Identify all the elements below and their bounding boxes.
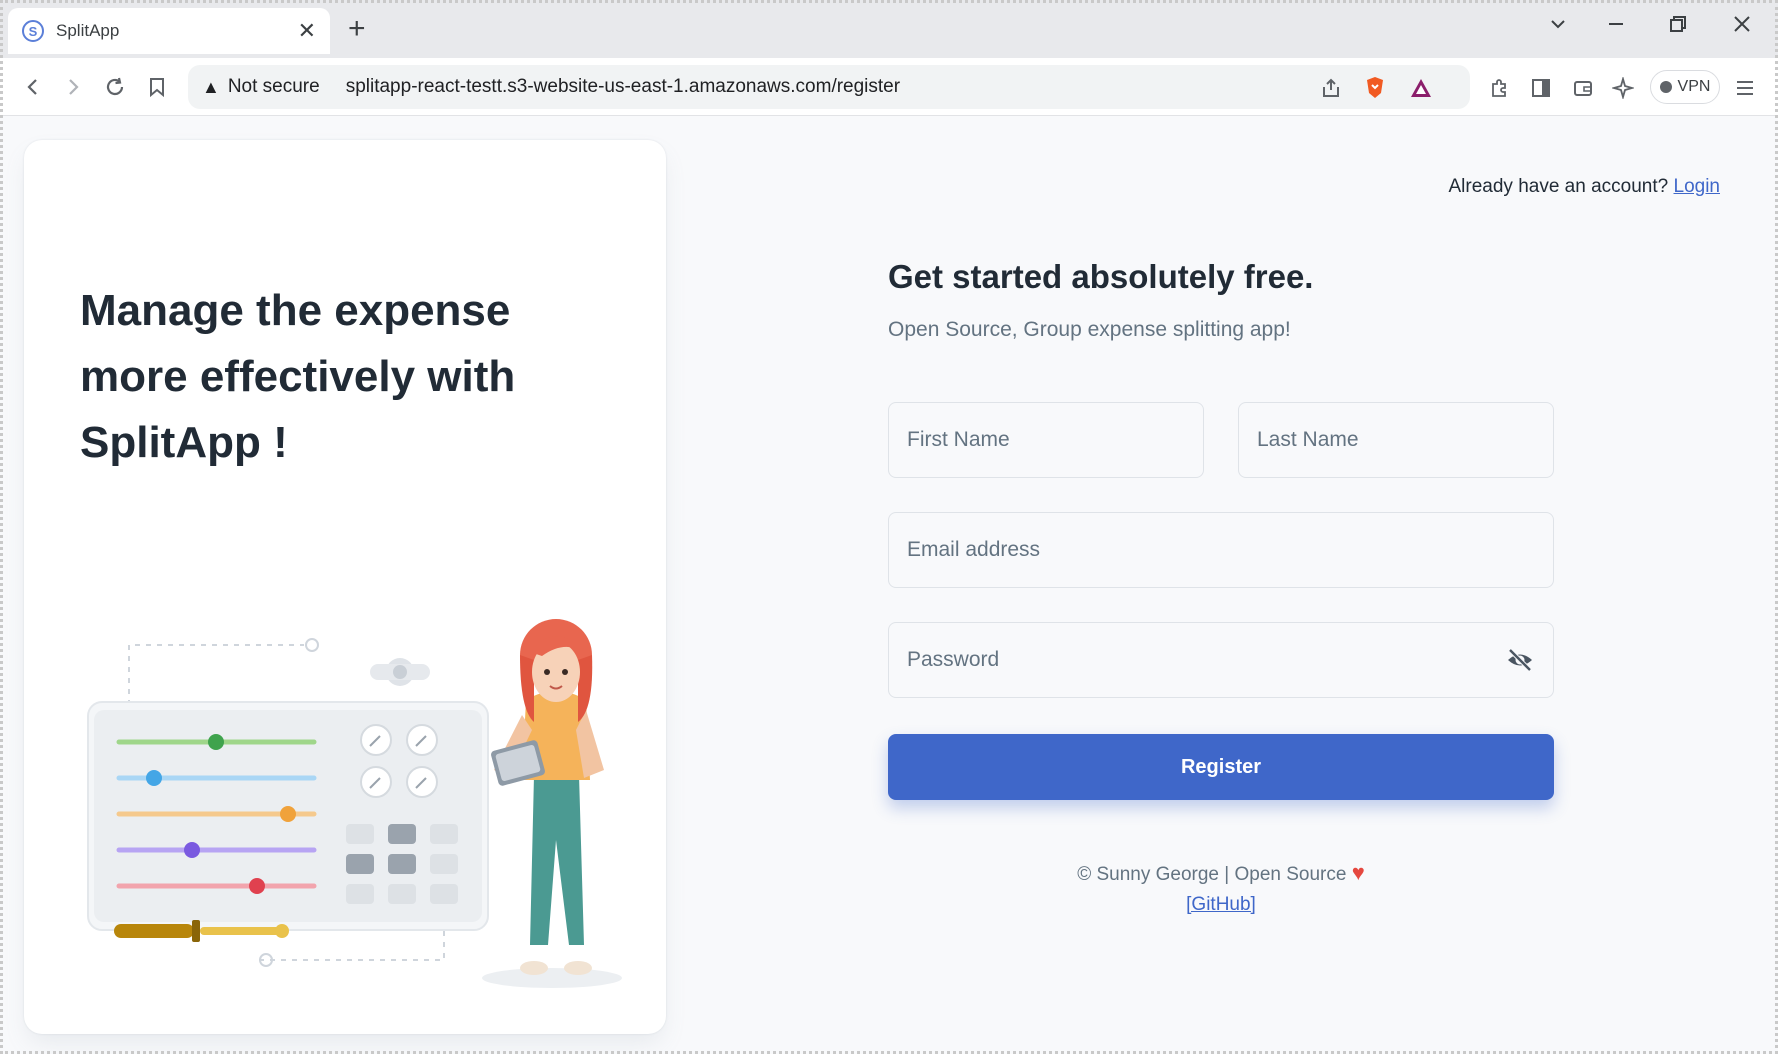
footer-credit: © Sunny George | Open Source — [1077, 864, 1347, 885]
vpn-button[interactable]: VPN — [1650, 70, 1720, 104]
warning-icon[interactable]: ▲ — [202, 77, 220, 98]
last-name-field[interactable] — [1238, 402, 1554, 478]
register-page: Manage the expense more effectively with… — [0, 116, 1778, 1054]
forward-icon[interactable] — [58, 72, 88, 102]
first-name-field[interactable] — [888, 402, 1204, 478]
hero-heading: Manage the expense more effectively with… — [80, 286, 516, 467]
extensions-icon[interactable] — [1486, 75, 1512, 101]
minimize-icon[interactable] — [1606, 14, 1626, 40]
heart-icon: ♥ — [1351, 860, 1365, 885]
login-prompt: Already have an account? Login — [1449, 176, 1721, 198]
url-text[interactable]: splitapp-react-testt.s3-website-us-east-… — [346, 76, 900, 98]
tab-close-icon[interactable]: ✕ — [298, 18, 316, 44]
browser-tab-bar: S SplitApp ✕ + — [0, 0, 1778, 58]
new-tab-button[interactable]: + — [348, 14, 366, 44]
share-icon[interactable] — [1318, 75, 1344, 101]
leo-ai-icon[interactable] — [1610, 75, 1636, 101]
last-name-input[interactable] — [1257, 428, 1535, 452]
bookmark-icon[interactable] — [142, 72, 172, 102]
have-account-text: Already have an account? — [1448, 176, 1669, 197]
password-field[interactable] — [888, 622, 1554, 698]
sidebar-icon[interactable] — [1528, 75, 1554, 101]
email-input[interactable] — [907, 538, 1535, 562]
github-link[interactable]: [GitHub] — [1186, 894, 1256, 915]
back-icon[interactable] — [18, 72, 48, 102]
password-input[interactable] — [907, 648, 1505, 672]
login-link[interactable]: Login — [1674, 176, 1721, 197]
tab-title: SplitApp — [56, 21, 120, 40]
first-name-input[interactable] — [907, 428, 1185, 452]
email-field[interactable] — [888, 512, 1554, 588]
close-window-icon[interactable] — [1732, 14, 1752, 40]
restore-icon[interactable] — [1668, 14, 1688, 40]
form-title: Get started absolutely free. — [888, 258, 1314, 295]
page-footer: © Sunny George | Open Source ♥ [GitHub] — [888, 858, 1554, 920]
browser-toolbar: ▲ Not secure splitapp-react-testt.s3-web… — [0, 58, 1778, 116]
address-bar[interactable]: ▲ Not secure splitapp-react-testt.s3-web… — [188, 65, 1470, 109]
vpn-label: VPN — [1677, 78, 1711, 95]
toggle-password-visibility-icon[interactable] — [1505, 645, 1535, 675]
reload-icon[interactable] — [100, 72, 130, 102]
security-label[interactable]: Not secure — [228, 76, 320, 98]
browser-tab[interactable]: S SplitApp ✕ — [8, 8, 330, 54]
wallet-icon[interactable] — [1570, 75, 1596, 101]
tab-search-icon[interactable] — [1548, 14, 1568, 40]
brave-rewards-icon[interactable] — [1408, 75, 1434, 101]
form-subtitle: Open Source, Group expense splitting app… — [888, 318, 1291, 341]
hero-card: Manage the expense more effectively with… — [24, 140, 666, 1034]
splitapp-favicon-icon: S — [22, 20, 44, 42]
settings-illustration — [87, 619, 622, 988]
brave-shield-icon[interactable] — [1362, 75, 1388, 101]
vpn-status-icon — [1659, 81, 1672, 93]
register-button[interactable]: Register — [888, 734, 1554, 800]
menu-icon[interactable] — [1732, 75, 1758, 101]
